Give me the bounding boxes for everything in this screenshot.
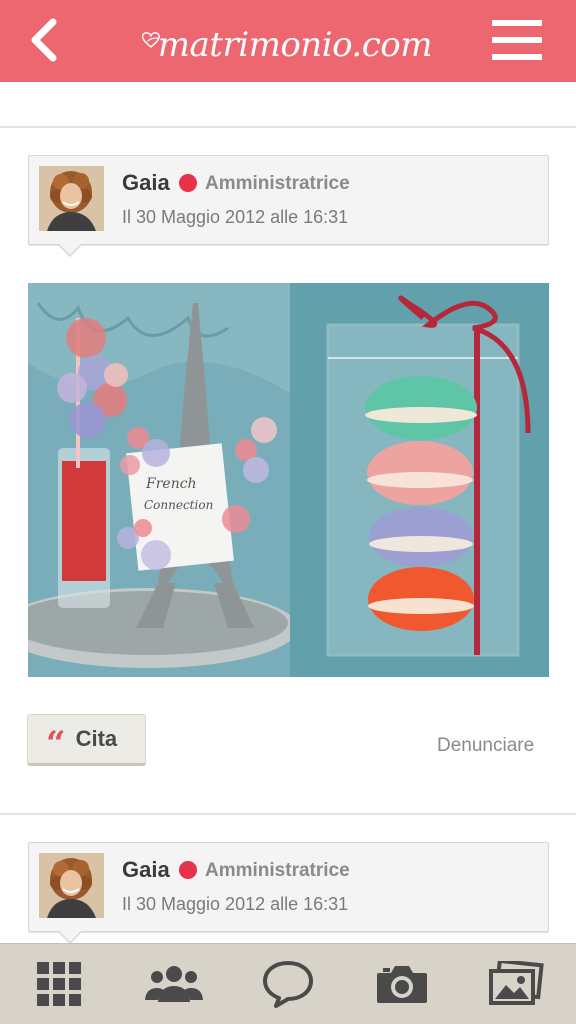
menu-button[interactable]	[492, 20, 542, 60]
quote-icon: “	[46, 724, 66, 764]
bottom-tab-bar	[0, 943, 576, 1024]
tab-messages[interactable]	[256, 958, 320, 1010]
author-name[interactable]: Gaia	[122, 170, 170, 196]
avatar-image	[39, 166, 104, 231]
brand-name: matrimonio.com	[157, 25, 433, 65]
report-link[interactable]: Denunciare	[437, 735, 534, 757]
svg-text:Connection: Connection	[144, 498, 213, 512]
post-author-card: Gaia Amministratrice Il 30 Maggio 2012 a…	[28, 155, 549, 257]
tab-camera[interactable]	[370, 958, 434, 1010]
users-icon	[145, 966, 203, 1002]
post-photo[interactable]: French Connection	[28, 283, 549, 677]
avatar[interactable]	[39, 853, 104, 918]
camera-icon	[377, 966, 427, 1003]
tab-forums[interactable]	[27, 958, 91, 1010]
online-status-dot	[179, 861, 197, 879]
author-role: Amministratrice	[205, 860, 350, 881]
app-screen: matrimonio.com Gaia Amministratrice Il 3…	[0, 0, 576, 1024]
quote-button-label: Cita	[75, 726, 118, 751]
divider	[0, 126, 576, 128]
post-date: Il 30 Maggio 2012 alle 16:31	[122, 894, 349, 914]
tab-photos[interactable]	[484, 958, 548, 1010]
svg-text:French: French	[145, 476, 197, 492]
chevron-left-icon	[31, 18, 57, 62]
post-date: Il 30 Maggio 2012 alle 16:31	[122, 207, 349, 227]
post-author-card: Gaia Amministratrice Il 30 Maggio 2012 a…	[28, 842, 549, 944]
online-status-dot	[179, 174, 197, 192]
grid-icon	[37, 962, 81, 1006]
author-name[interactable]: Gaia	[122, 857, 170, 883]
chat-bubble-icon	[263, 961, 313, 1008]
tab-community[interactable]	[142, 958, 206, 1010]
photos-icon	[489, 961, 544, 1005]
hamburger-icon	[492, 20, 542, 26]
avatar[interactable]	[39, 166, 104, 231]
quote-button[interactable]: “ Cita	[27, 714, 146, 766]
back-button[interactable]	[22, 16, 66, 64]
photo-image: French Connection	[28, 283, 549, 677]
author-role: Amministratrice	[205, 173, 350, 194]
top-bar: matrimonio.com	[0, 0, 576, 82]
avatar-image	[39, 853, 104, 918]
brand-logo[interactable]: matrimonio.com	[142, 10, 433, 70]
divider	[0, 813, 576, 815]
